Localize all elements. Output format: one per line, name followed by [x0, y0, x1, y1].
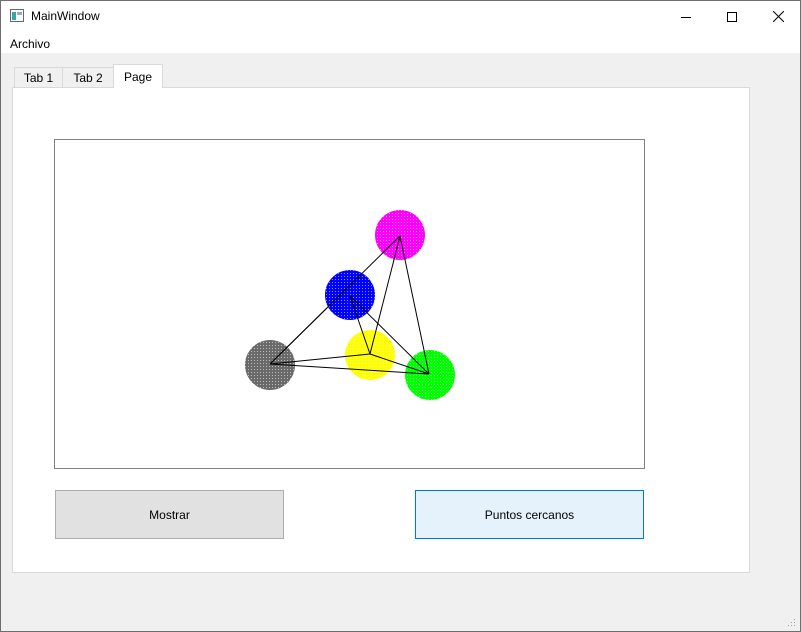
app-window-icon: [10, 9, 24, 22]
puntos-cercanos-button[interactable]: Puntos cercanos: [415, 490, 644, 539]
points-drawing: [245, 210, 455, 400]
mostrar-button[interactable]: Mostrar: [55, 490, 284, 539]
drawing-canvas: [54, 139, 645, 469]
tab-page[interactable]: Page: [113, 64, 163, 88]
minimize-icon: [681, 16, 691, 18]
title-bar: MainWindow: [1, 1, 800, 32]
line-gray-blue: [269, 307, 328, 365]
tab-2[interactable]: Tab 2: [62, 67, 114, 87]
resize-grip-icon[interactable]: [786, 617, 796, 627]
close-icon: [772, 11, 784, 22]
tab-1[interactable]: Tab 1: [14, 67, 63, 87]
line-magenta-green: [399, 235, 430, 375]
menu-archivo[interactable]: Archivo: [10, 37, 50, 51]
close-button[interactable]: [755, 1, 801, 32]
maximize-button[interactable]: [709, 1, 755, 32]
maximize-icon: [727, 11, 737, 22]
points-group: [245, 210, 455, 400]
minimize-button[interactable]: [663, 1, 709, 32]
main-window: MainWindow Archivo Tab 1 Tab 2 Page Most…: [0, 0, 801, 632]
menu-bar: Archivo: [1, 32, 800, 53]
window-title: MainWindow: [31, 9, 100, 23]
